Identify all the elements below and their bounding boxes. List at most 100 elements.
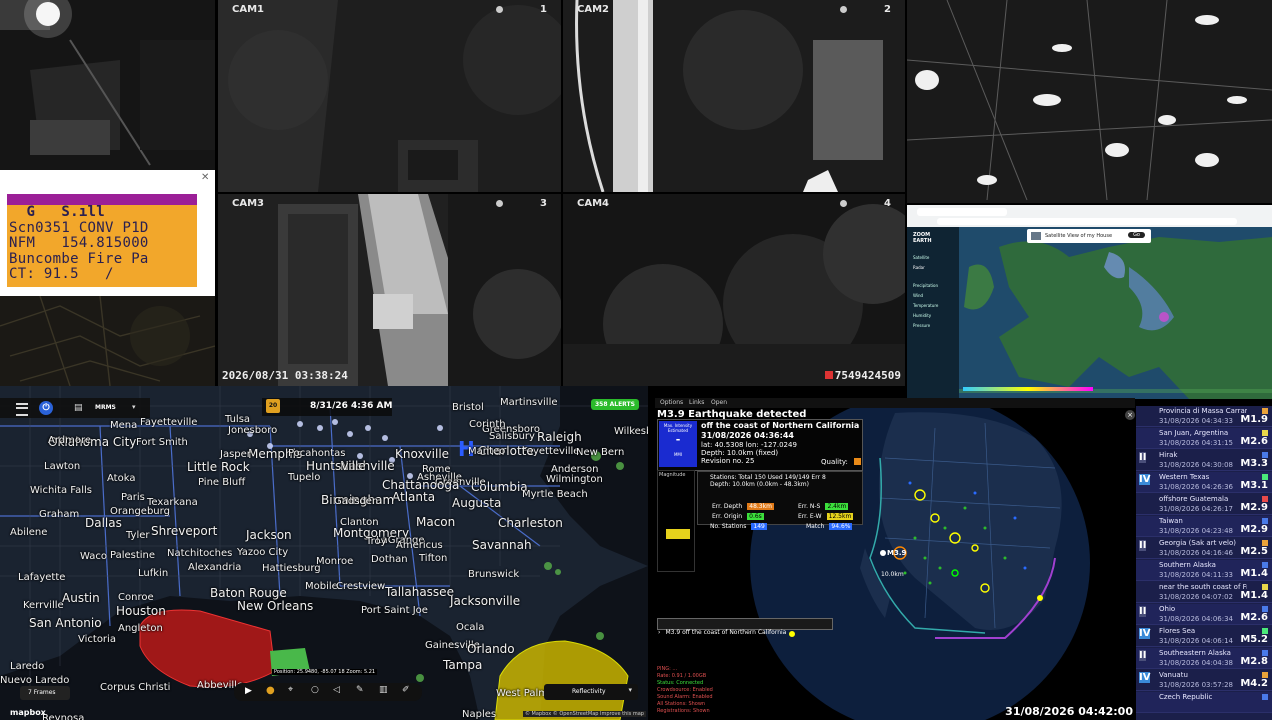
eq-time: 31/08/2026 04:26:17 [1159,505,1234,513]
city-label: Alexandria [188,562,242,573]
menu-radar[interactable]: Radar [913,265,938,283]
city-label: New Orleans [237,599,314,613]
earthquake-list-item[interactable]: II Hirak 31/08/2026 04:30:08 M3.3 [1136,450,1272,471]
address-bar[interactable] [937,218,1237,225]
circle-tool-icon[interactable]: ○ [311,685,319,695]
eq-list-close-icon[interactable]: × [1125,410,1135,420]
weather-menu: Satellite Radar Precipitation Wind Tempe… [913,255,938,333]
intensity-value: - [675,433,681,446]
earthquake-list-item[interactable]: II Ohio 31/08/2026 04:06:34 M2.6 [1136,604,1272,625]
cam3-feed[interactable]: CAM3 3 2026/08/31 03:38:24 [218,194,561,386]
alerts-badge[interactable]: 358 ALERTS [591,399,639,410]
popup-go-button[interactable]: Go [1128,232,1145,238]
product-select-bottom[interactable]: Reflectivity ▾ [544,684,638,700]
cam1-image [218,0,561,192]
earthquake-list-item[interactable]: Southern Alaska 31/08/2026 04:11:33 M1.4 [1136,560,1272,581]
city-label: Tallahassee [385,585,454,599]
eq-intensity: II [1139,452,1147,463]
status-line: PING: ... [657,666,678,672]
radar-map[interactable]: H ⏻ ▤ MRMS ▾ 20 8/31/26 4:36 AM 358 ALER… [0,386,648,720]
city-label: Graham [39,509,80,520]
status-line: Rate: 0.91 / 1.00GB [657,673,707,679]
menu-wind[interactable]: Wind [913,293,938,303]
earthquake-panel: Options Links Open M3.9 Earthquake detec… [655,398,1135,720]
edit-icon[interactable]: ✐ [402,685,410,695]
eq-intensity: IV [1139,672,1151,683]
earthquake-list-item[interactable]: Taiwan 31/08/2026 04:23:48 M2.9 [1136,516,1272,537]
menu-humidity[interactable]: Humidity [913,313,938,323]
menu-icon[interactable] [16,403,28,416]
map-attribution[interactable]: © Mapbox © OpenStreetMap Improve this ma… [522,711,646,717]
scanner-signal-line: G S.ıll [9,204,106,220]
earthquake-list-item[interactable]: Czech Republic [1136,692,1272,713]
city-label: Tampa [443,658,483,672]
canopy-camera-feed [907,0,1272,203]
eq-magnitude: M4.2 [1240,678,1268,689]
city-label: Clanton [340,517,379,528]
city-label: Austin [62,591,100,605]
radar-product-select[interactable]: MRMS [95,404,116,411]
cam1-feed[interactable]: CAM1 1 [218,0,561,192]
earthquake-list-item[interactable]: II Southeastern Alaska 31/08/2026 04:04:38… [1136,648,1272,669]
city-label: Tifton [419,553,448,564]
magnitude-fill [666,529,690,539]
city-label: Charleston [498,516,563,530]
pen-tool-icon[interactable]: ✎ [356,685,364,695]
satellite-popup[interactable]: Satellite View of my House Go [1027,229,1151,243]
earthquake-list-item[interactable]: Provincia di Massa Carrara,... 31/08/2026… [1136,406,1272,427]
cam4-feed[interactable]: CAM4 4 7549424509 [563,194,905,386]
eq-time: 31/08/2026 04:06:14 [1159,637,1234,645]
book-icon[interactable]: ▥ [379,685,388,695]
crosshair-icon[interactable]: ⌖ [288,685,293,695]
eq-location-name: Southern Alaska [1159,561,1216,569]
eq-menu-options[interactable]: Options [660,399,683,406]
earthquake-list-item[interactable]: IV Flores Sea 31/08/2026 04:06:14 M5.2 [1136,626,1272,647]
layers-icon[interactable]: ▤ [74,403,83,413]
product-chevron-icon: ▾ [132,403,136,411]
cam2-number: 2 [884,4,891,15]
eq-stations: Stations: Total 150 Used 149/149 Err 8 [710,474,826,481]
cam2-image [563,0,905,192]
menu-pressure[interactable]: Pressure [913,323,938,333]
eq-intensity: IV [1139,628,1151,639]
earthquake-list-item[interactable]: offshore Guatemala 31/08/2026 04:26:17 M2.… [1136,494,1272,515]
eq-location-name: Georgia (Sak art velo) [1159,539,1236,547]
frames-select[interactable]: 7 Frames [20,686,70,700]
eq-time: 31/08/2026 04:26:36 [1159,483,1234,491]
eq-magnitude: M1.9 [1240,414,1268,425]
eq-time: 31/08/2026 04:30:08 [1159,461,1234,469]
canopy-camera-image [907,0,1272,203]
eq-location-name: Southeastern Alaska [1159,649,1231,657]
city-label: Myrtle Beach [522,489,588,500]
eq-menu-open[interactable]: Open [711,399,727,406]
europe-map[interactable] [959,227,1272,399]
eq-location-name: near the south coast of Fra... [1159,583,1247,591]
earthquake-list-item[interactable]: near the south coast of Fra... 31/08/2026… [1136,582,1272,603]
location-pin-icon[interactable]: ● [266,685,275,696]
menu-precipitation[interactable]: Precipitation [913,283,938,293]
eq-menu-links[interactable]: Links [689,399,704,406]
match-row: Match 94.6% [806,513,853,532]
city-label: Raleigh [537,430,582,444]
scanner-channel-line: Scn0351 CONV P1D [9,219,149,236]
earthquake-list[interactable]: Provincia di Massa Carrara,... 31/08/2026… [1136,406,1272,720]
cam2-feed[interactable]: CAM2 2 [563,0,905,192]
earthquake-list-item[interactable]: II Georgia (Sak art velo) 31/08/2026 04:16… [1136,538,1272,559]
city-label: Shreveport [151,524,218,538]
city-label: Lufkin [138,568,169,579]
city-label: Jasper [220,449,251,460]
menu-temperature[interactable]: Temperature [913,303,938,313]
earthquake-list-item[interactable]: IV Western Texas 31/08/2026 04:26:36 M3.1 [1136,472,1272,493]
earthquake-list-item[interactable]: San Juan, Argentina 31/08/2026 04:31:15 M2… [1136,428,1272,449]
close-icon[interactable]: ✕ [201,172,211,183]
status-line: All Stations: Shown [657,701,706,707]
eq-location-name: Ohio [1159,605,1176,613]
browser-tab[interactable] [917,208,1007,216]
city-label: Nuevo Laredo [0,675,70,686]
play-icon[interactable]: ▶ [245,686,252,696]
polygon-tool-icon[interactable]: ◁ [333,685,340,695]
city-label: Hattiesburg [262,563,321,574]
earthquake-list-item[interactable]: IV Vanuatu 31/08/2026 03:57:28 M4.2 [1136,670,1272,691]
power-icon[interactable]: ⏻ [39,401,53,415]
menu-satellite[interactable]: Satellite [913,255,938,265]
